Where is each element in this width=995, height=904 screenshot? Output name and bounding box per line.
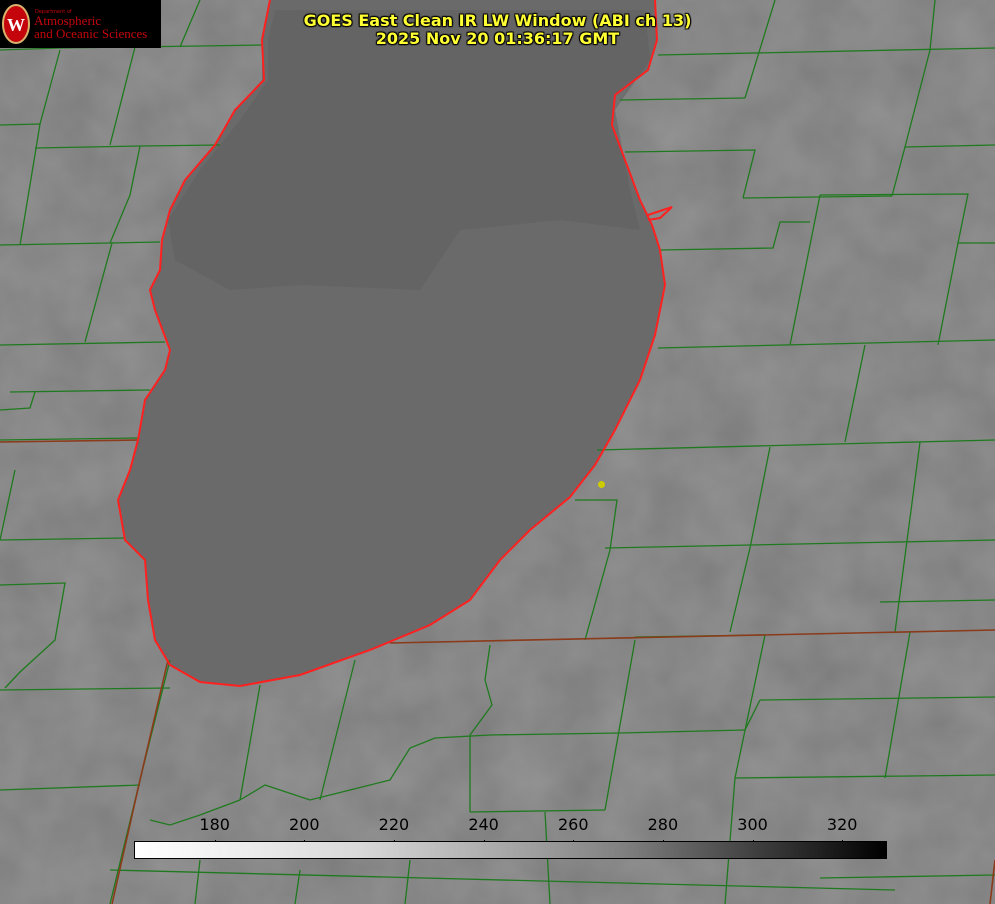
temperature-colorbar: 180 200 220 240 260 280 300 320	[134, 812, 887, 860]
product-title: GOES East Clean IR LW Window (ABI ch 13)	[303, 11, 692, 30]
colorbar-tick-label: 260	[557, 815, 589, 834]
colorbar-tick-label: 300	[737, 815, 768, 834]
colorbar-tick-label: 280	[647, 815, 679, 834]
colorbar-tick-label: 320	[826, 815, 858, 834]
colorbar-tick-label: 200	[289, 815, 320, 834]
satellite-image-view: W Department of Atmospheric and Oceanic …	[0, 0, 995, 904]
ir-satellite-map	[0, 0, 995, 904]
colorbar-tick-label: 180	[199, 815, 230, 834]
colorbar-tick-label: 240	[468, 815, 499, 834]
image-timestamp: 2025 Nov 20 01:36:17 GMT	[375, 29, 620, 48]
colorbar-gradient	[134, 841, 887, 859]
colorbar-tick-label: 220	[378, 815, 410, 834]
station-marker	[598, 481, 605, 488]
